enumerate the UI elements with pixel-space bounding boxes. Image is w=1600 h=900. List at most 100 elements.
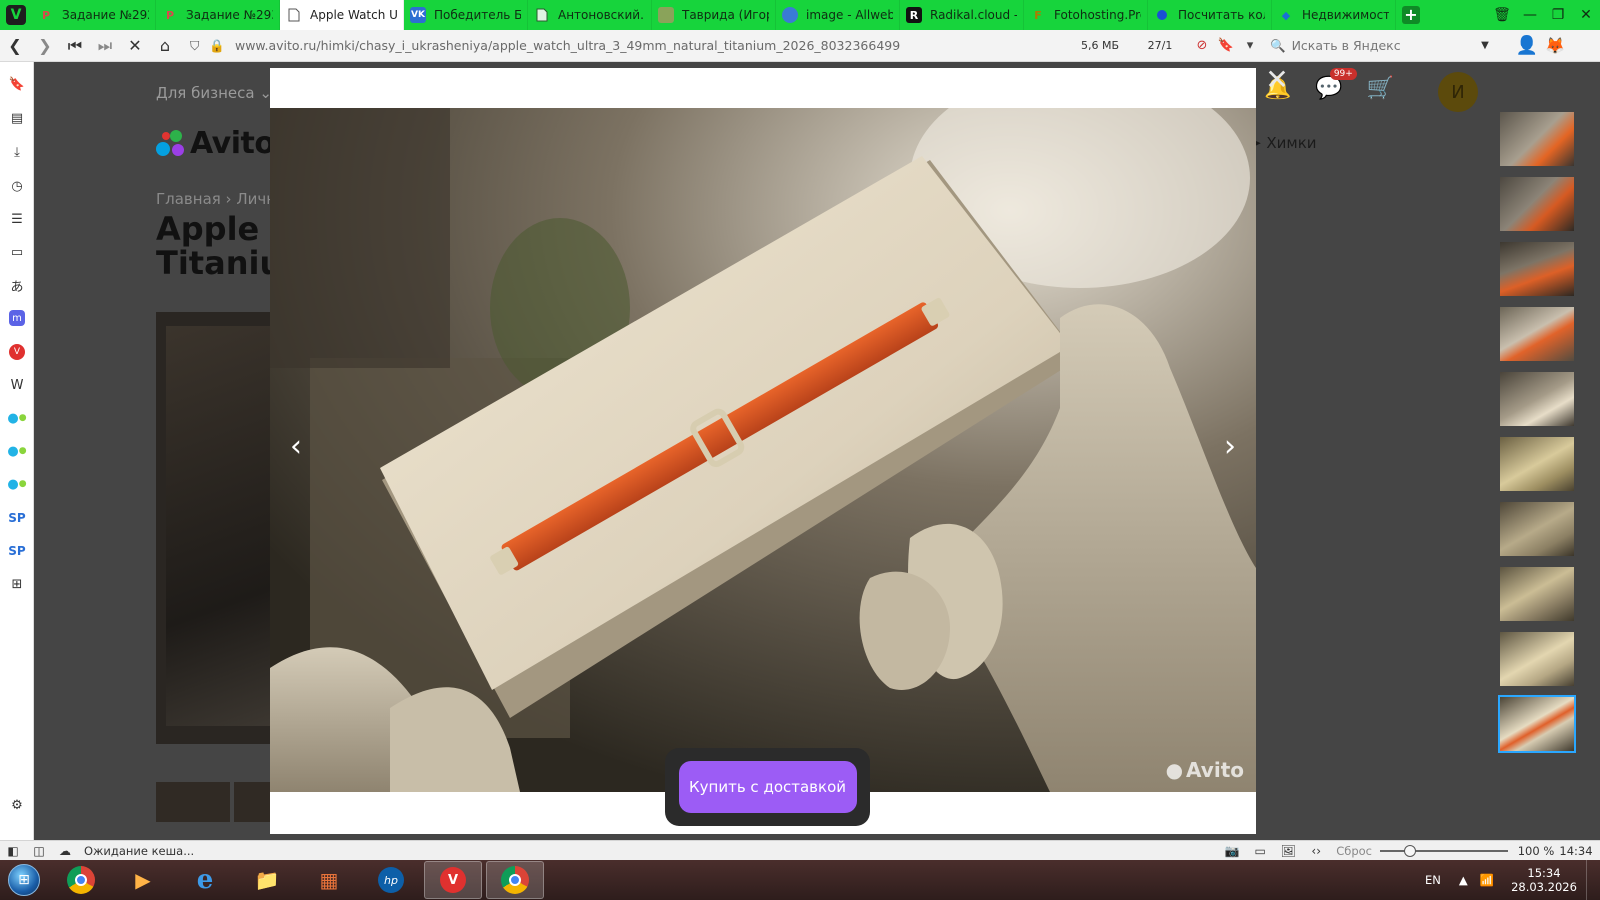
location-link[interactable]: ➤ Химки [1249,134,1317,152]
buy-with-delivery-button[interactable]: Купить с доставкой [678,761,857,813]
profile-icon[interactable]: 👤 [1514,33,1540,59]
taskbar-chrome[interactable] [52,861,110,899]
new-tab-button[interactable]: + [1396,0,1426,30]
avito-logo[interactable]: Avito [156,126,275,161]
maximize-button[interactable]: ❐ [1544,0,1572,30]
downloads-icon[interactable]: ⤓ [5,140,29,164]
tray-arrow-icon[interactable]: ▲ [1459,873,1468,887]
vivaldi-icon[interactable]: V [5,340,29,364]
tab-7[interactable]: image - Allwebs [776,0,900,30]
sp-panel-icon[interactable]: SP [5,506,29,530]
for-business-link[interactable]: Для бизнеса ⌄ [156,84,272,102]
viewer-thumb-6[interactable] [1500,437,1574,491]
minimize-button[interactable]: — [1516,0,1544,30]
taskbar-vivaldi[interactable]: V [424,861,482,899]
viewer-thumb-7[interactable] [1500,502,1574,556]
wikipedia-icon[interactable]: W [5,373,29,397]
tiling-icon[interactable]: ◫ [26,844,52,858]
viewer-thumb-5[interactable] [1500,372,1574,426]
cloud-sync-icon[interactable]: ☁ [52,844,78,858]
translate-icon[interactable]: あ [5,273,29,297]
search-input[interactable]: 🔍 Искать в Яндекс [1270,34,1470,58]
tab-11[interactable]: ◆ Недвижимость [1272,0,1396,30]
viewer-thumb-2[interactable] [1500,177,1574,231]
taskbar-app[interactable]: ▦ [300,861,358,899]
window-mode-icon[interactable]: ▭ [1246,844,1274,858]
fast-forward-button[interactable]: ⏭ [90,31,120,61]
start-button[interactable]: ⊞ [0,860,48,900]
notes-icon[interactable]: ☰ [5,207,29,231]
search-dropdown-button[interactable]: ▼ [1470,31,1500,61]
viewer-thumb-8[interactable] [1500,567,1574,621]
viewer-thumb-1[interactable] [1500,112,1574,166]
avito-panel-icon[interactable]: ● ● [5,472,29,496]
show-desktop-button[interactable] [1586,860,1600,900]
forward-button[interactable]: ❯ [30,31,60,61]
window-icon[interactable]: ▭ [5,240,29,264]
image-toggle-icon[interactable]: 🖼 [1274,844,1302,858]
extension-icon[interactable]: 🦊 [1542,36,1568,55]
tab-4[interactable]: VK Победитель Бит [404,0,528,30]
home-button[interactable]: ⌂ [150,31,180,61]
taskbar-media-player[interactable]: ▶ [114,861,172,899]
bookmark-icon[interactable]: 🔖 [1214,38,1238,53]
tab-8[interactable]: R Radikal.cloud - E [900,0,1024,30]
tab-5[interactable]: Антоновский. St [528,0,652,30]
camera-icon[interactable]: 📷 [1218,844,1246,858]
back-button[interactable]: ❮ [0,31,30,61]
add-panel-icon[interactable]: ⊞ [5,572,29,596]
tab-9[interactable]: F Fotohosting.Pro [1024,0,1148,30]
vivaldi-icon: V [440,867,466,893]
tab-2[interactable]: P Задание №2933 [156,0,280,30]
taskbar-internet-explorer[interactable]: e [176,861,234,899]
system-tray: EN ▲ 📶 15:34 28.03.2026 [1425,860,1600,900]
bookmarks-icon[interactable]: 🔖 [5,72,29,96]
skip-forward-icon: ⏭ [97,35,113,55]
taskbar-hp[interactable]: hp [362,861,420,899]
zoom-slider-knob[interactable] [1404,844,1416,857]
tab-10[interactable]: Посчитать коли [1148,0,1272,30]
lock-icon: 🔒 [209,37,225,53]
breadcrumb[interactable]: Главная › Личн [156,190,276,208]
sp-panel-icon[interactable]: SP [5,539,29,563]
taskbar-clock[interactable]: 15:34 28.03.2026 [1508,866,1580,894]
close-viewer-button[interactable]: ✕ [1262,63,1292,96]
gear-icon[interactable]: ⚙ [5,793,29,817]
tab-6[interactable]: Таврида (Игорь [652,0,776,30]
url-field[interactable]: ⛉ 🔒 www.avito.ru/himki/chasy_i_ukrasheni… [190,34,1070,58]
rewind-button[interactable]: ⏮ [60,31,90,61]
avito-panel-icon[interactable]: ● ● [5,439,29,463]
tab-3-active[interactable]: Apple Watch Ult [280,0,404,30]
reading-list-icon[interactable]: ▤ [5,106,29,130]
language-indicator[interactable]: EN [1425,873,1441,887]
messages-badge: 99+ [1329,68,1357,80]
chevron-down-icon[interactable]: ▾ [1238,38,1262,53]
tab-1[interactable]: P Задание №2921 [32,0,156,30]
cart-icon[interactable]: 🛒 [1367,76,1394,101]
history-icon[interactable]: ◷ [5,174,29,198]
viewer-thumb-3[interactable] [1500,242,1574,296]
avito-panel-icon[interactable]: ● ● [5,406,29,430]
viewer-thumb-4[interactable] [1500,307,1574,361]
zoom-reset-button[interactable]: Сброс [1336,844,1372,858]
avatar[interactable]: И [1438,72,1478,112]
viewer-thumb-10-selected[interactable] [1498,695,1576,753]
panel-toggle-icon[interactable]: ◧ [0,844,26,858]
reader-icon[interactable]: ⊘ [1190,38,1214,53]
mastodon-icon[interactable]: m [5,306,29,330]
previous-photo-button[interactable]: ‹ [276,426,316,466]
taskbar-explorer[interactable]: 📁 [238,861,296,899]
viewer-thumb-9[interactable] [1500,632,1574,686]
page-icon [534,7,550,23]
close-window-button[interactable]: ✕ [1572,0,1600,30]
code-icon[interactable]: ‹› [1302,844,1330,858]
next-photo-button[interactable]: › [1210,426,1250,466]
gallery-thumb[interactable] [156,782,230,822]
trash-icon[interactable]: 🗑 [1488,0,1516,30]
taskbar-chrome-2[interactable] [486,861,544,899]
zoom-slider[interactable] [1380,844,1508,857]
messages-icon[interactable]: 💬 99+ [1315,68,1357,101]
vivaldi-menu-button[interactable]: V [0,0,32,30]
network-signal-icon[interactable]: 📶 [1480,873,1494,887]
stop-button[interactable]: ✕ [120,31,150,61]
